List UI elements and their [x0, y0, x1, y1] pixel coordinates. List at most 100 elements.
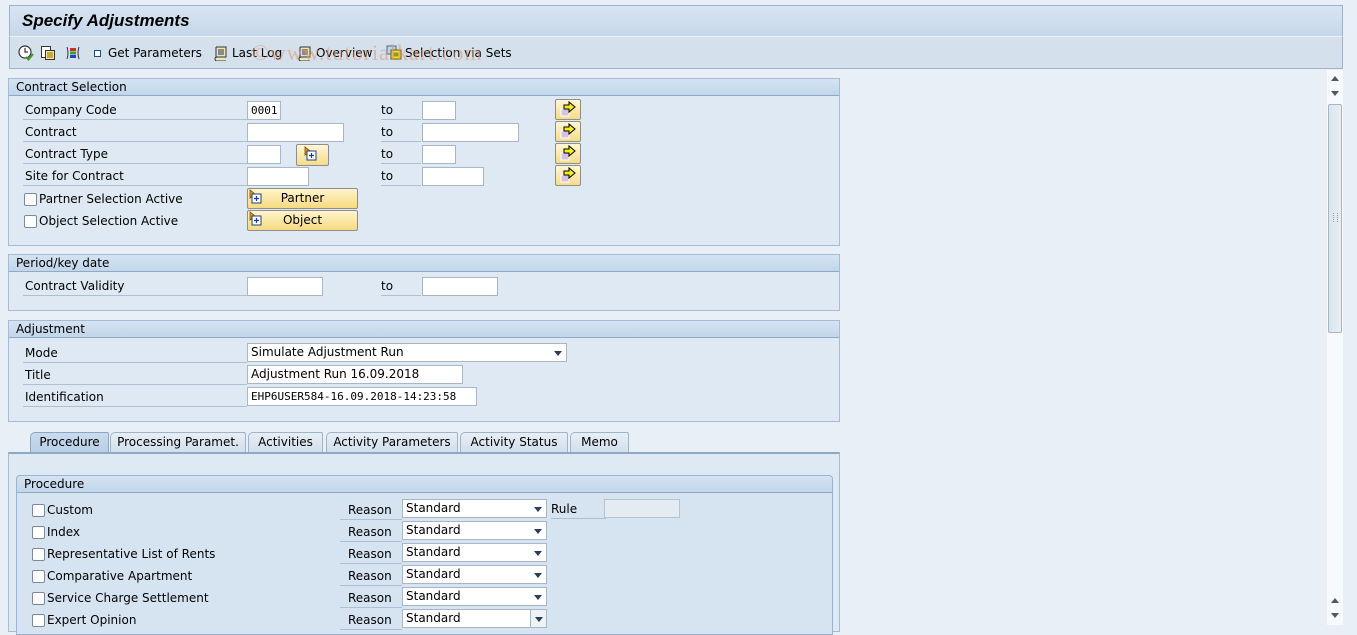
object-selection-active-checkbox[interactable] [24, 215, 37, 228]
layout-button[interactable] [65, 44, 84, 62]
contract-selection-group: Contract Selection Company Code 0001 to … [8, 78, 840, 246]
site-for-contract-label: Site for Contract [23, 166, 247, 186]
selection-options-icon [249, 189, 262, 204]
tab-processing-parameters[interactable]: Processing Paramet. [110, 432, 246, 452]
contract-type-label: Contract Type [23, 144, 247, 164]
procedure-group: Procedure Custom Reason Standard Index Reaso… [16, 475, 833, 635]
scrollbar-thumb[interactable] [1328, 104, 1342, 333]
reason-dropdown[interactable]: Standard [402, 499, 547, 518]
square-icon [94, 49, 101, 57]
selection-sets-icon [386, 45, 402, 60]
procedure-row: Comparative Apartment Reason Standard [17, 565, 832, 586]
reason-dropdown-value: Standard [406, 567, 461, 581]
identification-input[interactable]: EHP6USER584-16.09.2018-14:23:58 [247, 387, 477, 406]
reason-dropdown[interactable]: Standard [402, 543, 547, 562]
copy-button[interactable] [40, 44, 59, 62]
contract-to-label: to [381, 122, 421, 142]
selection-options-icon [304, 146, 317, 161]
copy-icon [41, 46, 55, 60]
contract-type-from-input[interactable] [247, 145, 281, 164]
overview-button[interactable]: Overview [297, 44, 373, 62]
selection-options-icon [249, 211, 262, 226]
scroll-log-icon [214, 46, 227, 61]
execute-button[interactable] [18, 44, 37, 62]
object-button[interactable]: Object [247, 210, 358, 231]
title-label: Title [23, 365, 247, 385]
adjustment-group: Adjustment Mode Simulate Adjustment Run … [8, 320, 840, 422]
vertical-scrollbar[interactable] [1327, 70, 1343, 625]
contract-to-input[interactable] [422, 123, 519, 142]
contract-selection-header: Contract Selection [9, 79, 839, 96]
overview-label: Overview [316, 46, 373, 60]
procedure-checkbox[interactable] [32, 592, 45, 605]
partner-button[interactable]: Partner [247, 188, 358, 209]
scroll-page-up-button[interactable] [1327, 594, 1343, 607]
reason-dropdown[interactable]: Standard [402, 521, 547, 540]
identification-label: Identification [23, 387, 247, 407]
site-for-contract-to-label: to [381, 166, 421, 186]
contract-type-multiple-selection-button[interactable] [555, 143, 581, 164]
contract-type-selection-button[interactable] [296, 144, 329, 166]
site-for-contract-to-input[interactable] [422, 167, 484, 186]
grip-icon [1333, 213, 1338, 222]
get-parameters-button[interactable]: Get Parameters [94, 44, 202, 62]
procedure-label: Custom [47, 503, 93, 517]
get-parameters-label: Get Parameters [108, 46, 202, 60]
procedure-checkbox[interactable] [32, 548, 45, 561]
procedure-checkbox[interactable] [32, 526, 45, 539]
procedure-row: Index Reason Standard [17, 521, 832, 542]
tab-activities[interactable]: Activities [248, 432, 323, 452]
reason-dropdown-value: Standard [406, 589, 461, 603]
scroll-overview-icon [298, 46, 311, 61]
contract-validity-to-input[interactable] [422, 277, 498, 296]
procedure-row: Expert Opinion Reason Standard [17, 609, 832, 630]
scroll-down-button[interactable] [1327, 609, 1343, 622]
reason-label: Reason [340, 500, 402, 520]
reason-dropdown[interactable]: Standard [402, 609, 547, 628]
period-key-date-header: Period/key date [9, 255, 839, 272]
contract-from-input[interactable] [247, 123, 344, 142]
contract-validity-from-input[interactable] [247, 277, 323, 296]
reason-dropdown-value: Standard [406, 501, 461, 515]
last-log-button[interactable]: Last Log [213, 44, 282, 62]
contract-multiple-selection-button[interactable] [555, 121, 581, 142]
company-code-multiple-selection-button[interactable] [555, 99, 581, 120]
chevron-down-icon [530, 610, 546, 627]
partner-selection-active-checkbox[interactable] [24, 193, 37, 206]
page-title: Specify Adjustments [22, 11, 190, 30]
procedure-label: Representative List of Rents [47, 547, 216, 561]
tab-procedure[interactable]: Procedure [30, 432, 109, 453]
procedure-checkbox[interactable] [32, 570, 45, 583]
scroll-up-button[interactable] [1327, 72, 1343, 85]
selection-via-sets-button[interactable]: Selection via Sets [386, 44, 512, 62]
company-code-from-input[interactable]: 0001 [247, 101, 281, 120]
procedure-row: Custom Reason Standard [17, 499, 832, 520]
mode-label: Mode [23, 343, 247, 363]
procedure-checkbox[interactable] [32, 504, 45, 517]
company-code-label: Company Code [23, 100, 247, 120]
mode-dropdown-value: Simulate Adjustment Run [251, 345, 404, 359]
mode-dropdown[interactable]: Simulate Adjustment Run [247, 343, 567, 362]
title-bar: Specify Adjustments [9, 5, 1343, 36]
partner-selection-active-label: Partner Selection Active [39, 192, 183, 206]
tab-memo[interactable]: Memo [570, 432, 629, 452]
tab-activity-status[interactable]: Activity Status [460, 432, 568, 452]
site-for-contract-multiple-selection-button[interactable] [555, 165, 581, 186]
tab-activity-parameters[interactable]: Activity Parameters [326, 432, 458, 452]
tab-strip: Procedure Processing Paramet. Activities… [8, 432, 840, 453]
selection-via-sets-label: Selection via Sets [405, 46, 512, 60]
title-input[interactable]: Adjustment Run 16.09.2018 [247, 365, 463, 384]
reason-label: Reason [340, 566, 402, 586]
reason-label: Reason [340, 544, 402, 564]
procedure-checkbox[interactable] [32, 614, 45, 627]
contract-label: Contract [23, 122, 247, 142]
company-code-to-input[interactable] [422, 101, 456, 120]
rule-input[interactable] [604, 499, 680, 518]
reason-label: Reason [340, 522, 402, 542]
chevron-down-icon [530, 522, 546, 539]
reason-dropdown[interactable]: Standard [402, 587, 547, 606]
contract-type-to-input[interactable] [422, 145, 456, 164]
site-for-contract-from-input[interactable] [247, 167, 309, 186]
reason-dropdown[interactable]: Standard [402, 565, 547, 584]
scroll-page-down-button[interactable] [1327, 87, 1343, 100]
